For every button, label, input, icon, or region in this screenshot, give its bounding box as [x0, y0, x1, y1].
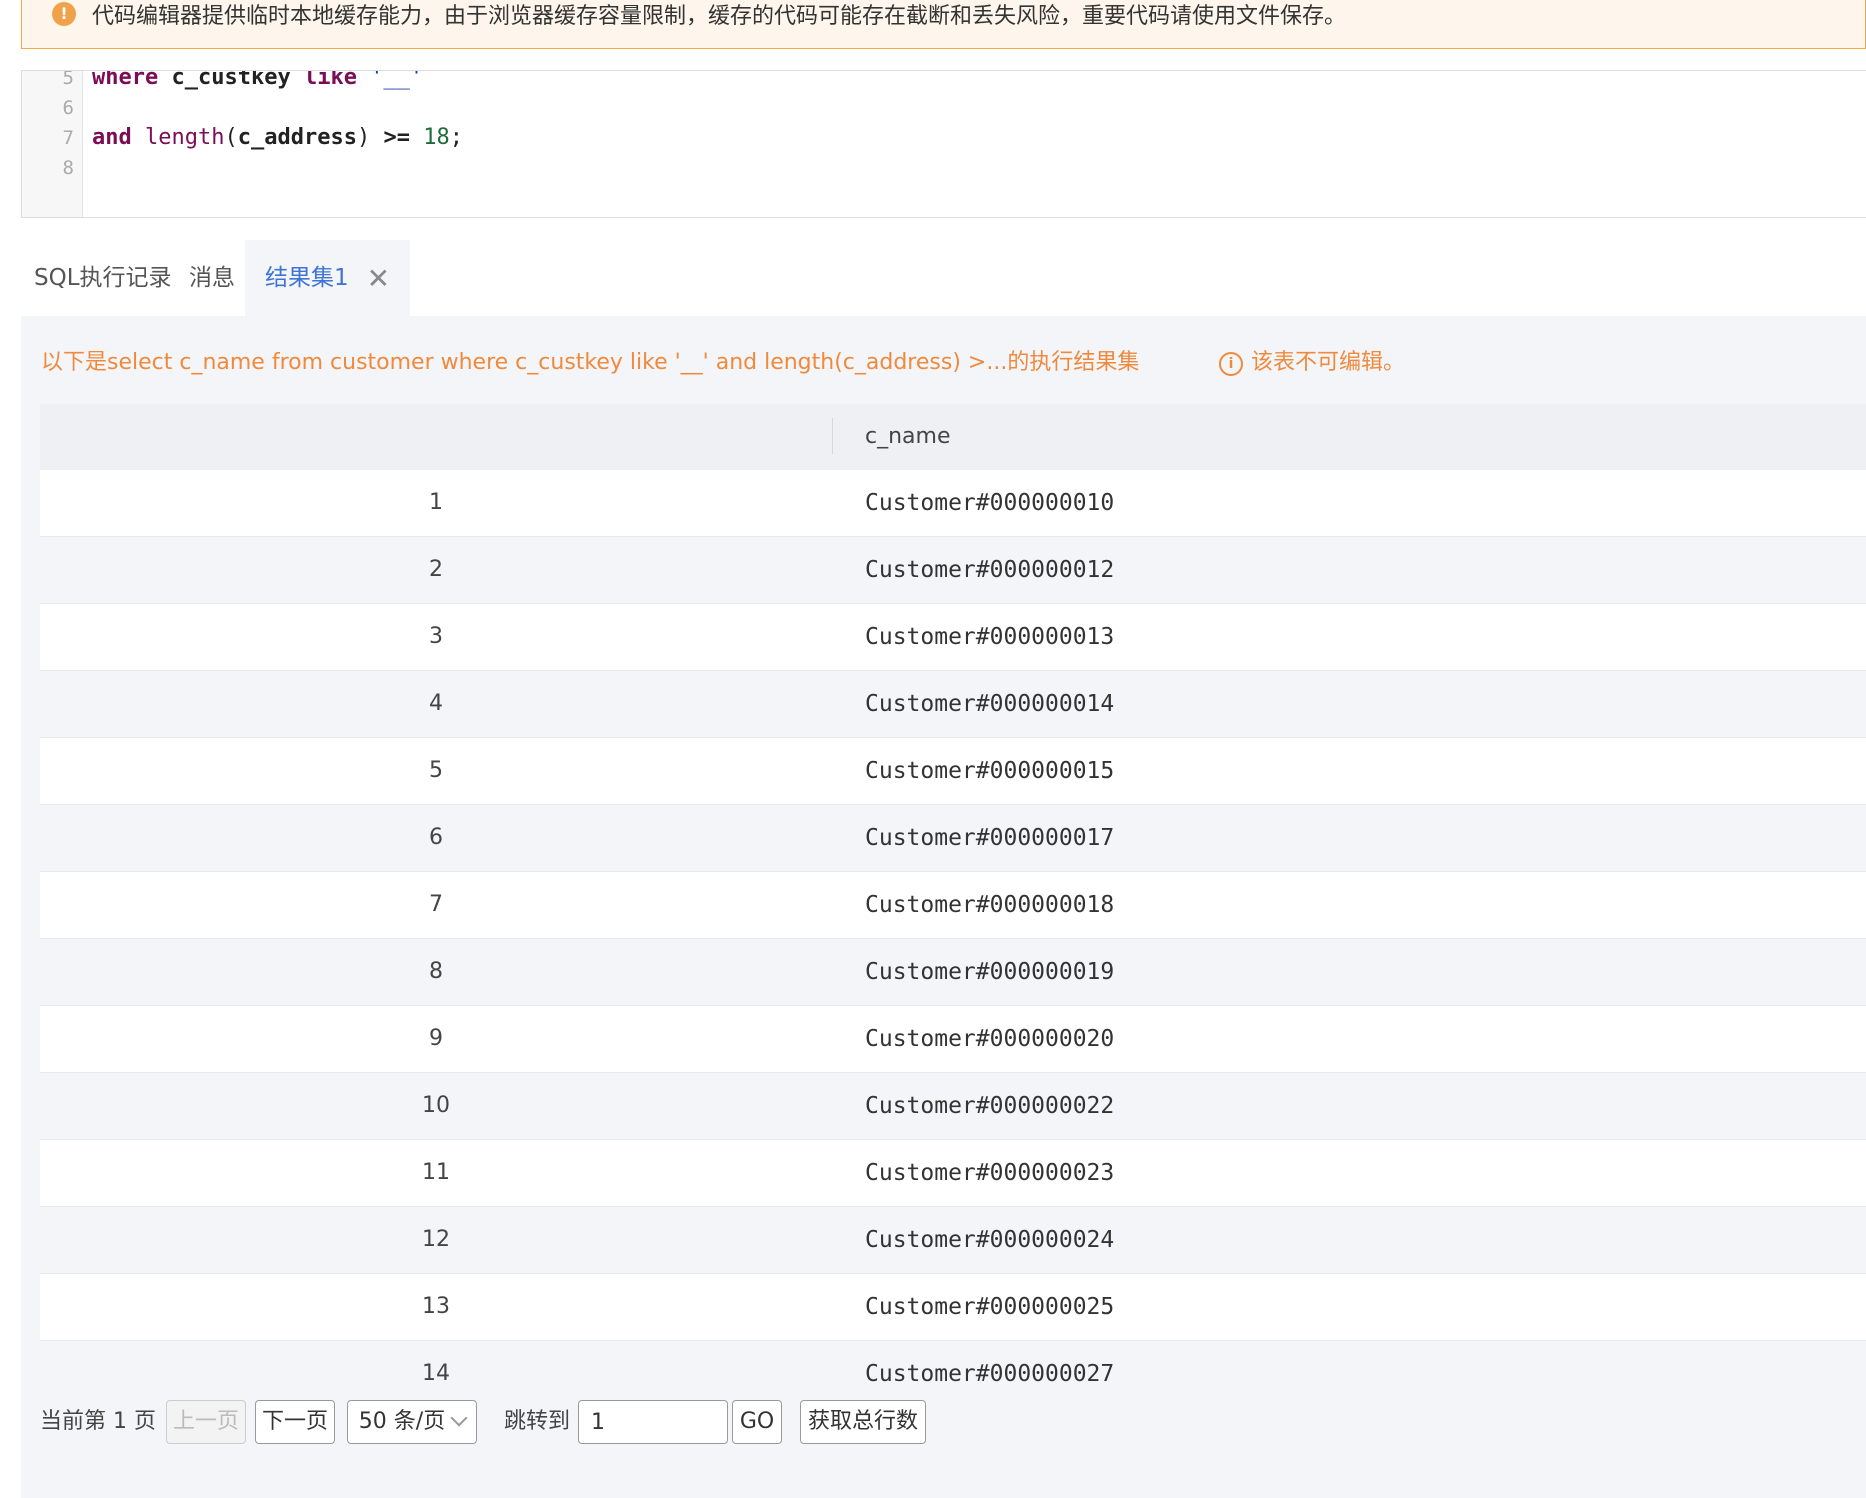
- semicolon: ;: [449, 125, 463, 150]
- table-row[interactable]: 5 Customer#000000015: [40, 738, 1866, 805]
- chevron-down-icon: [450, 1409, 468, 1427]
- row-index: 6: [429, 825, 443, 850]
- row-index: 4: [429, 691, 443, 716]
- table-row[interactable]: 4 Customer#000000014: [40, 671, 1866, 738]
- table-row[interactable]: 7 Customer#000000018: [40, 872, 1866, 939]
- keyword: like: [303, 70, 357, 90]
- table-row[interactable]: 6 Customer#000000017: [40, 805, 1866, 872]
- table-row[interactable]: 14 Customer#000000027: [40, 1341, 1866, 1389]
- keyword: and: [92, 125, 132, 150]
- table-header: c_name: [40, 404, 1866, 470]
- result-caption: 以下是select c_name from customer where c_c…: [41, 350, 1140, 375]
- row-index: 10: [422, 1093, 450, 1118]
- row-index: 7: [429, 892, 443, 917]
- page-size-value: 50 条/页: [358, 1409, 446, 1434]
- cell-c-name[interactable]: Customer#000000020: [865, 1006, 1114, 1072]
- cell-c-name[interactable]: Customer#000000017: [865, 805, 1114, 871]
- info-icon: i: [1219, 352, 1243, 376]
- table-row[interactable]: 13 Customer#000000025: [40, 1274, 1866, 1341]
- line-number: 6: [62, 97, 74, 119]
- cache-warning-banner: ! 代码编辑器提供临时本地缓存能力，由于浏览器缓存容量限制，缓存的代码可能存在截…: [21, 0, 1866, 49]
- cell-c-name[interactable]: Customer#000000015: [865, 738, 1114, 804]
- row-index: 11: [422, 1160, 450, 1185]
- table-row[interactable]: 3 Customer#000000013: [40, 604, 1866, 671]
- get-total-rows-button[interactable]: 获取总行数: [800, 1400, 926, 1444]
- table-row[interactable]: 1 Customer#000000010: [40, 470, 1866, 537]
- tab-messages[interactable]: 消息: [189, 240, 235, 316]
- row-index: 14: [422, 1361, 450, 1386]
- identifier: c_address: [237, 125, 357, 150]
- function-name: length: [145, 125, 225, 150]
- current-page-text: 当前第 1 页: [40, 1409, 156, 1434]
- line-number: 7: [62, 127, 74, 149]
- sql-code-editor[interactable]: 5 6 7 8 where c_custkey like '__' and le…: [21, 70, 1866, 218]
- code-line-7[interactable]: and length(c_address) >= 18;: [92, 125, 463, 150]
- table-row[interactable]: 11 Customer#000000023: [40, 1140, 1866, 1207]
- cell-c-name[interactable]: Customer#000000022: [865, 1073, 1114, 1139]
- cell-c-name[interactable]: Customer#000000024: [865, 1207, 1114, 1273]
- result-tabs: SQL执行记录 消息 结果集1 ✕: [21, 240, 921, 316]
- cell-c-name[interactable]: Customer#000000019: [865, 939, 1114, 1005]
- tab-result-set-1[interactable]: 结果集1 ✕: [245, 240, 411, 317]
- go-button[interactable]: GO: [732, 1400, 782, 1444]
- row-index: 13: [422, 1294, 450, 1319]
- cell-c-name[interactable]: Customer#000000010: [865, 470, 1114, 536]
- row-index: 1: [429, 490, 443, 515]
- line-number: 5: [62, 70, 74, 89]
- column-divider[interactable]: [832, 418, 833, 454]
- cache-warning-text: 代码编辑器提供临时本地缓存能力，由于浏览器缓存容量限制，缓存的代码可能存在截断和…: [92, 4, 1347, 29]
- jump-page-input[interactable]: [578, 1400, 728, 1444]
- paren: ): [356, 125, 371, 150]
- number-literal: 18: [423, 125, 450, 150]
- paren: (: [224, 125, 238, 150]
- row-index: 3: [429, 624, 443, 649]
- readonly-notice: i 该表不可编辑。: [1219, 344, 1405, 376]
- cell-c-name[interactable]: Customer#000000027: [865, 1341, 1114, 1389]
- table-row[interactable]: 12 Customer#000000024: [40, 1207, 1866, 1274]
- next-page-button[interactable]: 下一页: [255, 1400, 335, 1444]
- identifier: c_custkey: [171, 70, 291, 90]
- table-row[interactable]: 10 Customer#000000022: [40, 1073, 1866, 1140]
- prev-page-button[interactable]: 上一页: [166, 1400, 246, 1444]
- string-literal: '__': [370, 70, 424, 90]
- warning-icon: !: [52, 2, 76, 26]
- result-panel: 以下是select c_name from customer where c_c…: [21, 316, 1866, 1498]
- cell-c-name[interactable]: Customer#000000014: [865, 671, 1114, 737]
- operator: >=: [383, 125, 410, 150]
- row-index: 5: [429, 758, 443, 783]
- table-body: 1 Customer#000000010 2 Customer#000000012 3 C…: [40, 470, 1866, 1389]
- column-header-c-name[interactable]: c_name: [865, 404, 951, 470]
- page-size-select[interactable]: 50 条/页: [347, 1400, 477, 1444]
- cell-c-name[interactable]: Customer#000000025: [865, 1274, 1114, 1340]
- tab-result-set-1-label: 结果集1: [265, 265, 349, 291]
- row-index: 8: [429, 959, 443, 984]
- table-row[interactable]: 9 Customer#000000020: [40, 1006, 1866, 1073]
- row-index: 12: [422, 1227, 450, 1252]
- tab-sql-history[interactable]: SQL执行记录: [34, 240, 172, 316]
- line-number: 8: [62, 157, 74, 179]
- close-icon[interactable]: ✕: [367, 241, 390, 317]
- keyword: where: [92, 70, 159, 90]
- cell-c-name[interactable]: Customer#000000012: [865, 537, 1114, 603]
- cell-c-name[interactable]: Customer#000000018: [865, 872, 1114, 938]
- pagination: 当前第 1 页 上一页 下一页 50 条/页 跳转到 GO 获取总行数: [40, 1396, 1866, 1456]
- line-number-gutter: 5 6 7 8: [22, 71, 83, 217]
- code-line-5[interactable]: where c_custkey like '__': [92, 70, 424, 90]
- result-table[interactable]: c_name 1 Customer#000000010 2 Customer#0000…: [40, 404, 1866, 1389]
- cell-c-name[interactable]: Customer#000000013: [865, 604, 1114, 670]
- readonly-notice-text: 该表不可编辑。: [1251, 350, 1406, 375]
- jump-to-label: 跳转到: [504, 1409, 571, 1434]
- cell-c-name[interactable]: Customer#000000023: [865, 1140, 1114, 1206]
- table-row[interactable]: 2 Customer#000000012: [40, 537, 1866, 604]
- table-row[interactable]: 8 Customer#000000019: [40, 939, 1866, 1006]
- row-index: 2: [429, 557, 443, 582]
- row-index: 9: [429, 1026, 443, 1051]
